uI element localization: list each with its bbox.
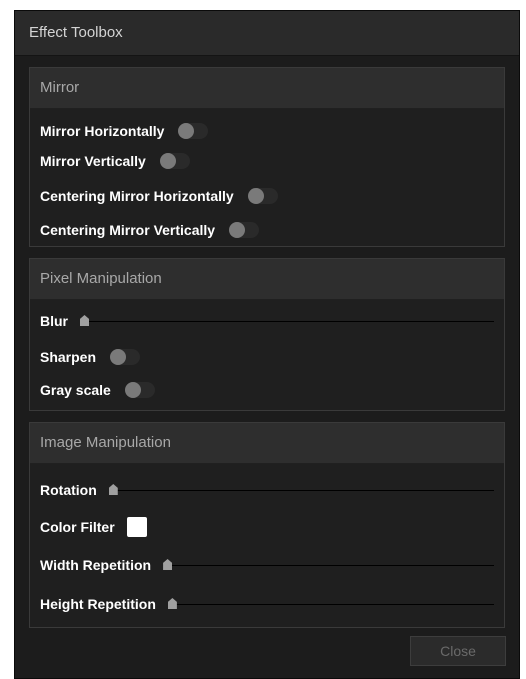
color-filter-swatch[interactable]	[126, 517, 147, 537]
slider-track	[167, 604, 494, 605]
width-repetition-row: Width Repetition	[40, 553, 494, 577]
toggle-knob	[124, 382, 141, 398]
slider-thumb[interactable]	[167, 598, 177, 609]
centering-mirror-horizontally-row: Centering Mirror Horizontally	[40, 184, 494, 208]
slider-thumb[interactable]	[108, 484, 118, 495]
blur-label: Blur	[40, 313, 68, 329]
image-manipulation-section: Image Manipulation Rotation Color Filter…	[29, 422, 505, 628]
mirror-vertically-row: Mirror Vertically	[40, 149, 494, 173]
mirror-section-title: Mirror	[30, 68, 504, 109]
close-button[interactable]: Close	[410, 636, 506, 666]
slider-thumb[interactable]	[163, 559, 173, 570]
dialog-title: Effect Toolbox	[15, 11, 519, 56]
mirror-vertically-toggle[interactable]	[159, 153, 190, 169]
width-repetition-label: Width Repetition	[40, 557, 152, 573]
mirror-section: Mirror Mirror Horizontally Mirror Vertic…	[29, 67, 505, 247]
sharpen-toggle[interactable]	[110, 349, 141, 365]
slider-thumb[interactable]	[80, 315, 89, 326]
sharpen-row: Sharpen	[40, 345, 494, 369]
pixel-manipulation-section-title: Pixel Manipulation	[30, 259, 504, 300]
grayscale-label: Gray scale	[40, 382, 111, 398]
mirror-horizontally-label: Mirror Horizontally	[40, 123, 165, 139]
mirror-horizontally-row: Mirror Horizontally	[40, 119, 494, 143]
blur-row: Blur	[40, 309, 494, 333]
toggle-knob	[247, 188, 264, 204]
sharpen-label: Sharpen	[40, 349, 97, 365]
centering-mirror-vertically-toggle[interactable]	[229, 222, 260, 238]
height-repetition-slider[interactable]	[167, 597, 494, 611]
centering-mirror-horizontally-label: Centering Mirror Horizontally	[40, 188, 234, 204]
toggle-knob	[159, 153, 176, 169]
pixel-manipulation-section: Pixel Manipulation Blur Sharpen Gray sca…	[29, 258, 505, 411]
grayscale-row: Gray scale	[40, 378, 494, 402]
rotation-label: Rotation	[40, 482, 97, 498]
rotation-row: Rotation	[40, 478, 494, 502]
slider-track	[108, 490, 494, 491]
slider-track	[163, 565, 494, 566]
height-repetition-row: Height Repetition	[40, 592, 494, 616]
centering-mirror-vertically-label: Centering Mirror Vertically	[40, 222, 216, 238]
color-filter-label: Color Filter	[40, 519, 115, 535]
blur-slider[interactable]	[80, 314, 494, 328]
mirror-horizontally-toggle[interactable]	[178, 123, 209, 139]
mirror-vertically-label: Mirror Vertically	[40, 153, 146, 169]
centering-mirror-vertically-row: Centering Mirror Vertically	[40, 218, 494, 242]
height-repetition-label: Height Repetition	[40, 596, 156, 612]
toggle-knob	[110, 349, 127, 365]
color-filter-row: Color Filter	[40, 515, 494, 539]
grayscale-toggle[interactable]	[124, 382, 155, 398]
effect-toolbox-dialog: Effect Toolbox Mirror Mirror Horizontall…	[14, 10, 520, 679]
slider-track	[80, 321, 494, 322]
centering-mirror-horizontally-toggle[interactable]	[247, 188, 278, 204]
width-repetition-slider[interactable]	[163, 558, 494, 572]
image-manipulation-section-title: Image Manipulation	[30, 423, 504, 464]
rotation-slider[interactable]	[108, 483, 494, 497]
toggle-knob	[178, 123, 195, 139]
toggle-knob	[229, 222, 246, 238]
